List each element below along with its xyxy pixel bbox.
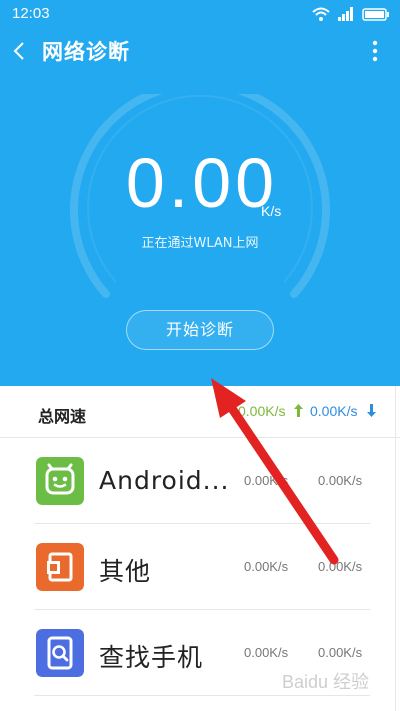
row-divider — [34, 695, 370, 696]
status-icons — [312, 6, 390, 22]
page-title: 网络诊断 — [42, 40, 130, 64]
app-upload-speed: 0.00K/s — [244, 559, 289, 574]
wifi-icon — [312, 7, 330, 21]
total-speed-row: 总网速 0.00K/s 0.00K/s — [0, 386, 400, 438]
app-download-speed: 0.00K/s — [318, 473, 363, 488]
app-row-other[interactable]: 其他 0.00K/s 0.00K/s — [0, 524, 400, 610]
battery-icon — [362, 7, 389, 21]
status-time: 12:03 — [12, 5, 50, 22]
app-name: 查找手机 — [99, 643, 204, 672]
more-vertical-icon[interactable] — [372, 40, 378, 62]
list-edge-line — [395, 386, 396, 711]
total-upload-speed: 0.00K/s — [238, 403, 286, 419]
speed-value: 0.00 — [125, 144, 279, 222]
app-download-speed: 0.00K/s — [318, 645, 363, 660]
app-download-speed: 0.00K/s — [318, 559, 363, 574]
speed-unit: K/s — [261, 203, 282, 219]
total-download-speed: 0.00K/s — [310, 403, 358, 419]
other-apps-icon — [36, 543, 84, 591]
upload-arrow-icon — [294, 404, 303, 417]
chevron-left-icon[interactable] — [12, 40, 26, 62]
app-header: 网络诊断 — [0, 28, 400, 74]
speed-panel: 12:03 网络诊断 0.00 K/s 正在通过WLAN上网 开始诊断 — [0, 0, 400, 386]
app-upload-speed: 0.00K/s — [244, 645, 289, 660]
start-diagnosis-button[interactable]: 开始诊断 — [126, 310, 274, 350]
connection-status: 正在通过WLAN上网 — [141, 236, 259, 251]
android-icon — [36, 457, 84, 505]
app-name: Android... — [99, 466, 230, 495]
find-phone-icon — [36, 629, 84, 677]
watermark: Baidu 经验 — [282, 672, 370, 692]
signal-icon — [338, 7, 353, 21]
status-bar: 12:03 — [0, 0, 400, 28]
total-speed-label: 总网速 — [38, 407, 87, 426]
download-arrow-icon — [367, 404, 376, 417]
app-row-android[interactable]: Android... 0.00K/s 0.00K/s — [0, 438, 400, 524]
app-upload-speed: 0.00K/s — [244, 473, 289, 488]
app-name: 其他 — [99, 557, 152, 586]
